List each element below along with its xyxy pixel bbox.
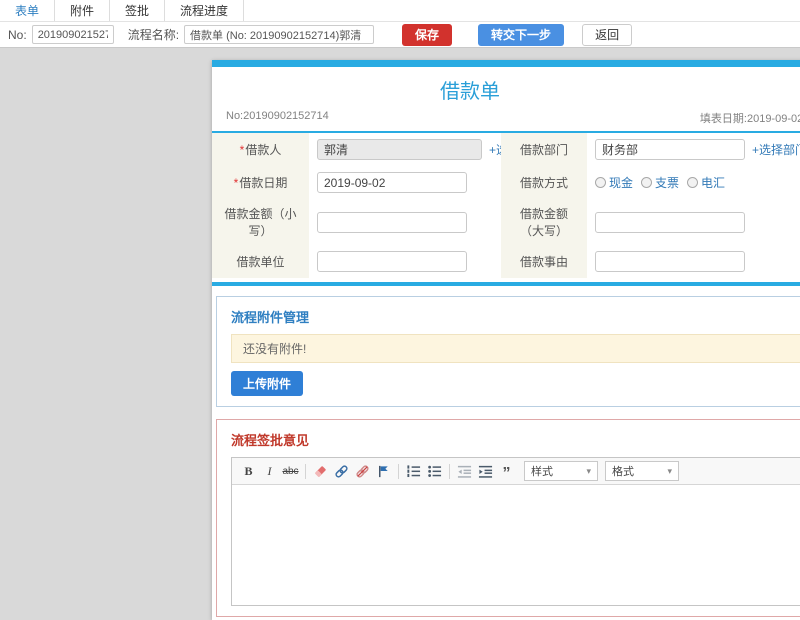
borrow-date-input[interactable] (317, 172, 467, 193)
tab-attachments[interactable]: 附件 (55, 0, 111, 21)
no-input[interactable] (31, 25, 114, 44)
strikethrough-icon[interactable]: abc (280, 461, 301, 481)
back-button[interactable]: 返回 (582, 23, 633, 46)
process-name-label: 流程名称: (127, 28, 180, 42)
editor-toolbar: B I abc ” 样式 ▾ 格式 ▾ (232, 458, 800, 485)
amount-lowercase-label: 借款金额（小写） (212, 199, 309, 245)
tab-approval[interactable]: 签批 (110, 0, 166, 21)
borrow-unit-input[interactable] (317, 251, 467, 272)
radio-button-icon[interactable] (687, 177, 699, 188)
amount-lowercase-field-cell (309, 199, 501, 245)
upload-attachment-button[interactable]: 上传附件 (231, 371, 304, 396)
indent-icon[interactable] (475, 461, 496, 481)
borrower-label-text: 借款人 (245, 143, 282, 157)
department-label: 借款部门 (501, 133, 587, 166)
bold-icon[interactable]: B (238, 461, 259, 481)
form-bottom-accent-bar (212, 282, 800, 286)
tab-form[interactable]: 表单 (0, 0, 56, 21)
amount-uppercase-field-cell (587, 199, 800, 245)
select-department-link[interactable]: +选择部门 (752, 141, 800, 158)
radio-cheque-label: 支票 (655, 176, 680, 190)
unordered-list-icon[interactable] (424, 461, 445, 481)
styles-dropdown-value: 样式 (531, 466, 553, 478)
rich-text-editor: B I abc ” 样式 ▾ 格式 ▾ (231, 457, 800, 606)
remove-format-icon[interactable] (310, 461, 331, 481)
borrow-reason-label: 借款事由 (501, 245, 587, 278)
borrow-method-field-cell: 现金 支票 电汇 (587, 166, 800, 199)
amount-lowercase-input[interactable] (317, 211, 467, 233)
styles-dropdown[interactable]: 样式 ▾ (524, 461, 598, 481)
format-dropdown[interactable]: 格式 ▾ (605, 461, 679, 481)
required-mark: * (233, 175, 239, 190)
chevron-down-icon: ▾ (667, 465, 672, 476)
toolbar-separator (305, 463, 306, 479)
borrow-reason-label-text: 借款事由 (519, 255, 568, 269)
radio-cheque[interactable]: 支票 (641, 174, 679, 191)
attachments-section-title: 流程附件管理 (231, 310, 310, 325)
tab-process-progress[interactable]: 流程进度 (165, 0, 245, 21)
radio-cash[interactable]: 现金 (595, 174, 633, 191)
italic-icon[interactable]: I (259, 461, 280, 481)
blockquote-icon[interactable]: ” (496, 461, 517, 482)
unlink-icon[interactable] (352, 461, 373, 481)
amount-lowercase-label-text: 借款金额（小写） (224, 207, 297, 238)
loan-form-panel: 借款单 No:20190902152714 填表日期:2019-09-02 15… (212, 60, 800, 620)
borrow-date-label-text: 借款日期 (239, 176, 288, 190)
approval-section: 流程签批意见 B I abc ” 样式 ▾ 格式 ▾ (216, 419, 800, 617)
borrow-reason-field-cell (587, 245, 800, 278)
radio-wire-transfer[interactable]: 电汇 (687, 174, 725, 191)
borrow-reason-input[interactable] (595, 251, 745, 272)
amount-uppercase-input[interactable] (595, 211, 745, 233)
anchor-flag-icon[interactable] (373, 461, 394, 481)
borrow-date-field-cell (309, 166, 501, 199)
radio-cash-label: 现金 (609, 176, 634, 190)
department-field-cell: +选择部门 (587, 133, 800, 166)
outdent-icon[interactable] (454, 461, 475, 481)
borrow-method-label-text: 借款方式 (519, 176, 568, 190)
required-mark: * (239, 142, 245, 157)
radio-wire-transfer-label: 电汇 (701, 176, 726, 190)
form-date-text: 填表日期:2019-09-02 15:27:1 (699, 113, 800, 125)
format-dropdown-value: 格式 (612, 466, 634, 478)
no-attachments-alert: 还没有附件! (231, 334, 800, 363)
forward-next-step-button[interactable]: 转交下一步 (478, 23, 565, 46)
toolbar-separator (398, 463, 399, 479)
borrow-unit-label-text: 借款单位 (236, 255, 285, 269)
borrow-method-label: 借款方式 (501, 166, 587, 199)
borrower-input[interactable] (317, 139, 482, 160)
borrow-date-label: * 借款日期 (212, 166, 309, 199)
control-bar: No: 流程名称: 保存 转交下一步 返回 (0, 22, 800, 48)
attachments-section: 流程附件管理 还没有附件! 上传附件 (216, 296, 800, 407)
form-meta-row: No:20190902152714 填表日期:2019-09-02 15:27:… (212, 110, 800, 126)
department-input[interactable] (595, 139, 745, 160)
amount-uppercase-label-text: 借款金额（大写） (519, 207, 568, 238)
editor-content-area[interactable] (232, 485, 800, 605)
loan-form-grid: * 借款人 +选择人员 借款部门 +选择部门 * 借款日期 借款方式 (212, 131, 800, 278)
panel-top-accent-bar (212, 60, 800, 67)
amount-uppercase-label: 借款金额（大写） (501, 199, 587, 245)
borrower-label: * 借款人 (212, 133, 309, 166)
process-name-input[interactable] (184, 25, 375, 44)
radio-button-icon[interactable] (641, 177, 653, 188)
form-no-text: No:20190902152714 (226, 110, 329, 122)
link-icon[interactable] (331, 461, 352, 481)
borrow-method-radio-group: 现金 支票 电汇 (595, 174, 733, 191)
borrow-unit-field-cell (309, 245, 501, 278)
toolbar-separator (449, 463, 450, 479)
approval-section-title: 流程签批意见 (231, 433, 310, 448)
chevron-down-icon: ▾ (586, 465, 591, 476)
borrower-field-cell: +选择人员 (309, 133, 544, 166)
no-label: No: (8, 27, 27, 42)
save-button[interactable]: 保存 (402, 23, 453, 46)
page-title: 借款单 (440, 81, 500, 103)
borrow-unit-label: 借款单位 (212, 245, 309, 278)
tab-bar: 表单 附件 签批 流程进度 (0, 0, 800, 22)
ordered-list-icon[interactable] (403, 461, 424, 481)
radio-button-icon[interactable] (595, 177, 606, 188)
department-label-text: 借款部门 (519, 143, 568, 157)
